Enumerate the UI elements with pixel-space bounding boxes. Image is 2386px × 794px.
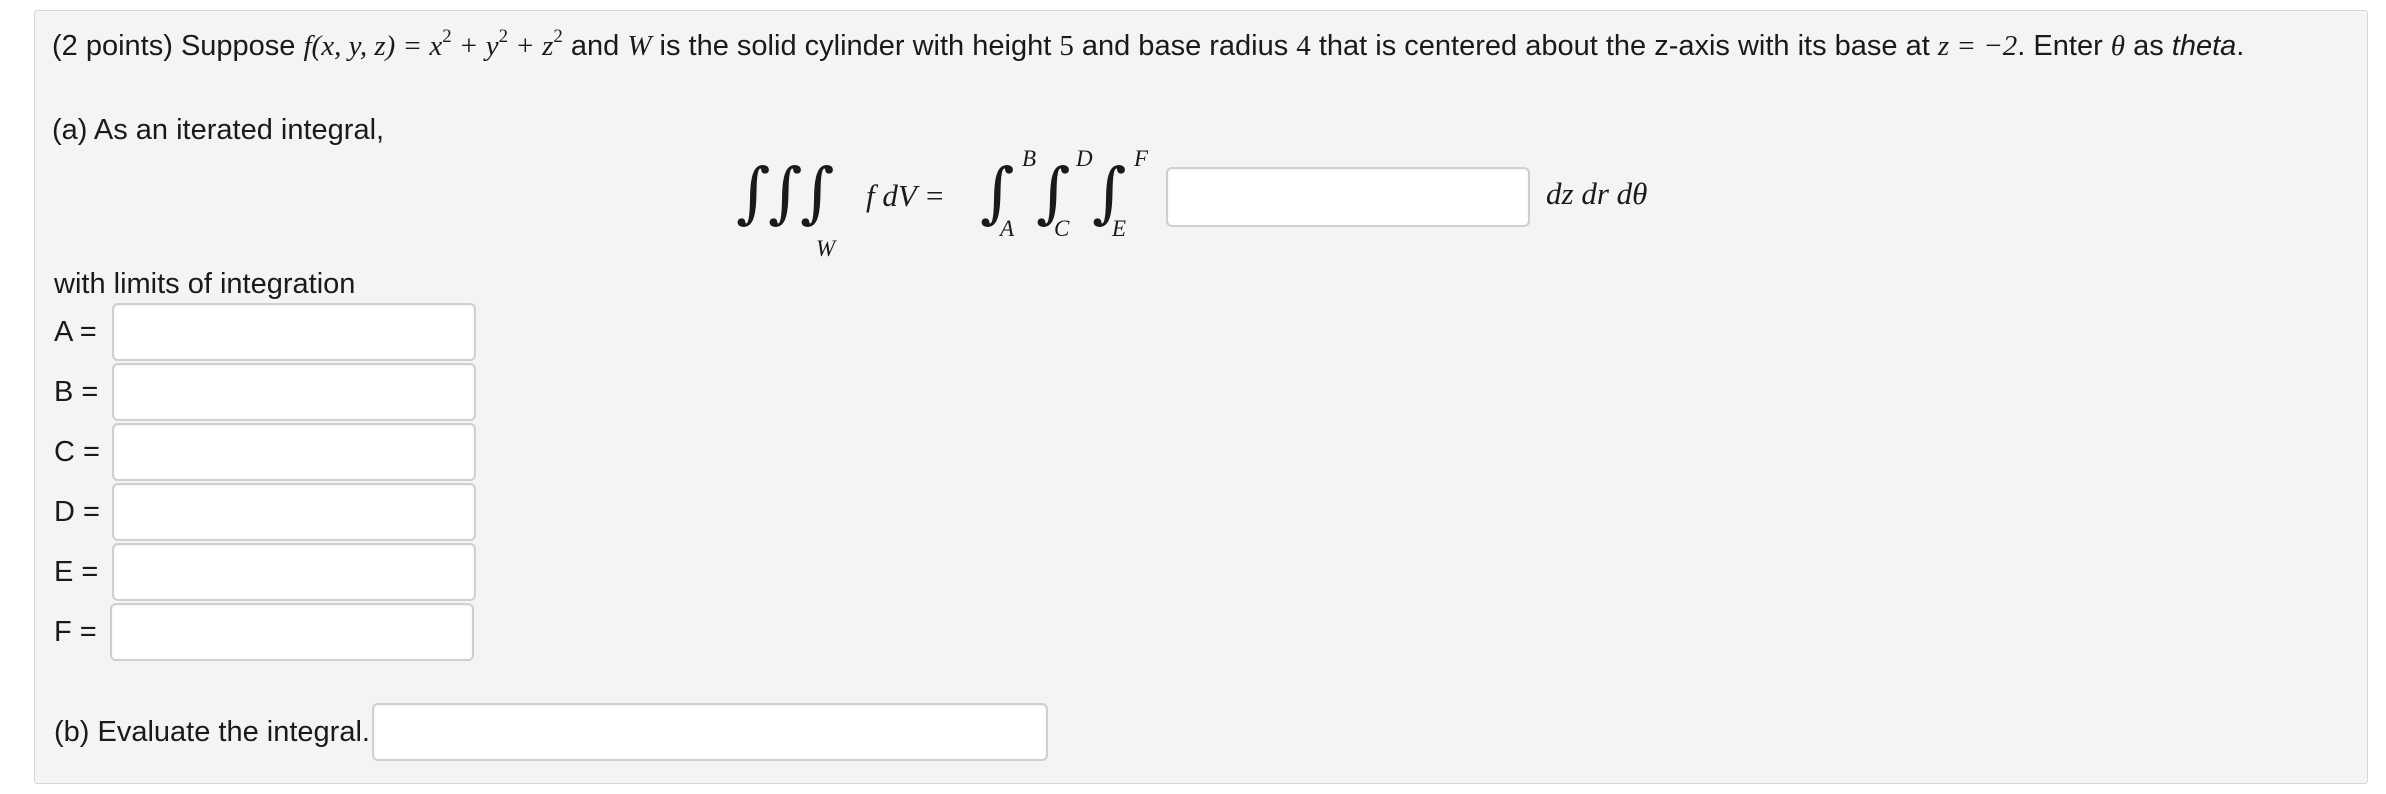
- text-and: and: [562, 30, 628, 62]
- limit-label-A: A: [1000, 216, 1015, 241]
- integral-sign-1: ∫: [736, 154, 771, 231]
- exponent-z: 2: [553, 25, 563, 47]
- limit-E-label: E =: [54, 556, 99, 588]
- lhs-region-W: W: [816, 236, 836, 261]
- limit-E-input[interactable]: [112, 543, 476, 601]
- text-desc1: is the solid cylinder with height: [651, 30, 1060, 62]
- function-eq-x: = x: [395, 30, 443, 62]
- theta-symbol: θ: [2110, 30, 2126, 62]
- limit-D-label: D =: [54, 496, 100, 528]
- radius-value: 4: [1296, 30, 1311, 62]
- limit-C-label: C =: [54, 436, 100, 468]
- limit-F-input[interactable]: [110, 603, 474, 661]
- part-b-label: (b) Evaluate the integral.: [54, 716, 370, 748]
- differentials: dz dr dθ: [1546, 176, 1648, 211]
- function-plus-z: + z: [508, 30, 554, 62]
- limit-label-D: D: [1076, 146, 1093, 171]
- function-notation: f(x, y, z): [303, 30, 396, 62]
- exponent-y: 2: [498, 25, 509, 47]
- function-plus-y: + y: [451, 30, 499, 62]
- limit-A-label: A =: [54, 316, 97, 348]
- exponent-x: 2: [442, 25, 452, 47]
- text-desc4: . Enter: [2017, 30, 2111, 62]
- limit-label-E: E: [1112, 216, 1127, 241]
- limit-B-label: B =: [54, 376, 99, 408]
- integrand-input[interactable]: [1166, 167, 1530, 227]
- limit-F-label: F =: [54, 616, 97, 648]
- part-a-label: (a) As an iterated integral,: [52, 114, 385, 146]
- limit-label-B: B: [1022, 146, 1037, 171]
- part-b-answer-input[interactable]: [372, 703, 1048, 761]
- limit-A-input[interactable]: [112, 303, 476, 361]
- text-desc3: that is centered about the z-axis with i…: [1310, 30, 1938, 62]
- height-value: 5: [1059, 30, 1074, 62]
- lhs-integrand: f dV =: [866, 178, 945, 213]
- problem-statement: (2 points) Suppose f(x, y, z) = x2 + y2 …: [52, 27, 2245, 63]
- text-desc6: .: [2236, 30, 2245, 62]
- limit-label-F: F: [1134, 146, 1149, 171]
- text-desc5: as: [2125, 30, 2172, 62]
- problem-prefix: (2 points) Suppose: [52, 30, 304, 62]
- limit-C-input[interactable]: [112, 423, 476, 481]
- integral-sign-3: ∫: [800, 154, 835, 231]
- base-z-value: z = −2: [1937, 30, 2018, 62]
- limits-heading: with limits of integration: [54, 268, 356, 300]
- integral-sign-2: ∫: [768, 154, 803, 231]
- limit-D-input[interactable]: [112, 483, 476, 541]
- text-desc2: and base radius: [1073, 30, 1297, 62]
- limit-label-C: C: [1054, 216, 1070, 241]
- limit-B-input[interactable]: [112, 363, 476, 421]
- region-W: W: [627, 30, 652, 62]
- theta-word: theta: [2171, 30, 2237, 62]
